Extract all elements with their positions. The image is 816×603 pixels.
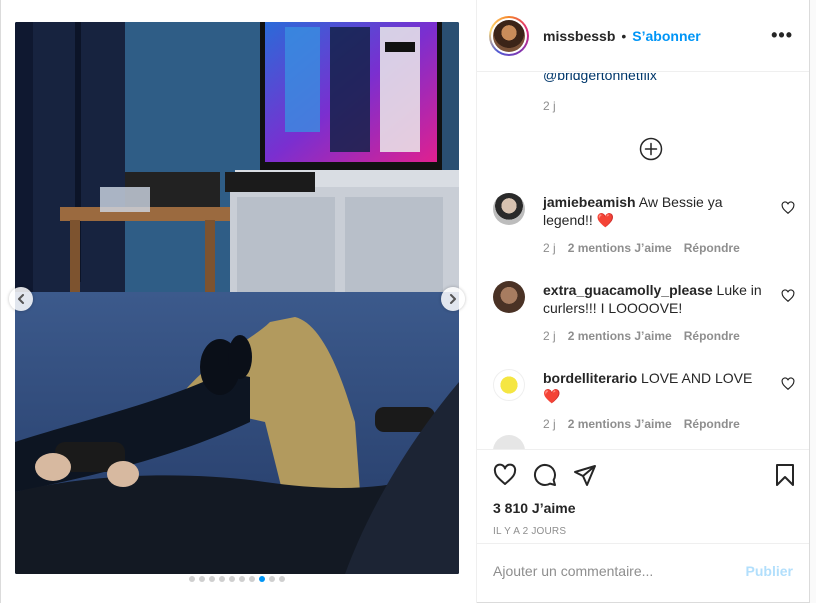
post-photo[interactable] — [15, 22, 459, 574]
likes-count[interactable]: 3 810 J’aime — [493, 500, 797, 516]
media-panel — [1, 0, 477, 603]
load-more-comments-icon[interactable] — [639, 137, 663, 161]
carousel-dot — [209, 576, 215, 582]
follow-button[interactable]: S’abonner — [632, 28, 700, 44]
carousel-dot — [259, 576, 265, 582]
heart-icon[interactable] — [493, 463, 517, 487]
comment-likes-link[interactable]: 2 mentions J’aime — [568, 241, 672, 255]
comment-avatar[interactable] — [493, 193, 525, 225]
carousel-dot — [199, 576, 205, 582]
comment-avatar[interactable] — [493, 369, 525, 401]
add-comment-bar: Publier — [477, 543, 809, 597]
comment-username[interactable]: jamiebeamish — [543, 194, 636, 210]
post-username[interactable]: missbessb — [543, 28, 615, 44]
carousel-next-button[interactable] — [441, 287, 465, 311]
comment-avatar[interactable] — [493, 281, 525, 313]
heart-icon[interactable] — [781, 201, 795, 215]
post-side-panel: missbessb • S’abonner ••• @bridgertonnet… — [477, 0, 809, 602]
post-actions: 3 810 J’aime IL Y A 2 JOURS — [477, 449, 809, 537]
carousel-dot — [219, 576, 225, 582]
reply-button[interactable]: Répondre — [684, 329, 740, 343]
comment-username[interactable]: extra_guacamolly_please — [543, 282, 713, 298]
separator-dot: • — [621, 27, 627, 44]
comment-username[interactable]: bordelliterario — [543, 370, 637, 386]
comment-item: jamiebeamish Aw Bessie ya legend!! ❤️ 2 … — [493, 193, 795, 255]
reply-button[interactable]: Répondre — [684, 417, 740, 431]
carousel-indicator — [189, 576, 285, 582]
carousel-dot — [279, 576, 285, 582]
post-timestamp[interactable]: IL Y A 2 JOURS — [493, 526, 797, 537]
publish-button[interactable]: Publier — [746, 563, 793, 579]
carousel-dot — [269, 576, 275, 582]
carousel-dot — [229, 576, 235, 582]
caption-time: 2 j — [543, 99, 556, 113]
carousel-dot — [249, 576, 255, 582]
post-container: missbessb • S’abonner ••• @bridgertonnet… — [0, 0, 810, 603]
photo-illustration — [15, 22, 459, 574]
carousel-dot — [189, 576, 195, 582]
comment-icon[interactable] — [533, 463, 557, 487]
comment-time: 2 j — [543, 241, 556, 255]
avatar[interactable] — [489, 15, 529, 56]
carousel-dot — [239, 576, 245, 582]
chevron-right-icon — [450, 294, 456, 304]
bookmark-icon[interactable] — [773, 463, 797, 487]
comment-likes-link[interactable]: 2 mentions J’aime — [568, 329, 672, 343]
heart-icon[interactable] — [781, 377, 795, 391]
comment-item: bordelliterario LOVE AND LOVE ❤️ 2 j 2 m… — [493, 369, 795, 431]
comment-input[interactable] — [493, 562, 746, 579]
chevron-left-icon — [18, 294, 24, 304]
caption-mention-link[interactable]: @bridgertonnetflix — [543, 73, 657, 83]
post-header: missbessb • S’abonner ••• — [477, 0, 809, 72]
comment-likes-link[interactable]: 2 mentions J’aime — [568, 417, 672, 431]
comment-time: 2 j — [543, 329, 556, 343]
comment-time: 2 j — [543, 417, 556, 431]
carousel-prev-button[interactable] — [9, 287, 33, 311]
comment-item: extra_guacamolly_please Luke in curlers!… — [493, 281, 795, 343]
reply-button[interactable]: Répondre — [684, 241, 740, 255]
comment-avatar-partial — [493, 435, 525, 449]
share-icon[interactable] — [573, 463, 597, 487]
more-horizontal-icon[interactable]: ••• — [771, 25, 793, 46]
heart-icon[interactable] — [781, 289, 795, 303]
comments-list: @bridgertonnetflix 2 j jamiebeamish Aw B… — [477, 73, 809, 449]
